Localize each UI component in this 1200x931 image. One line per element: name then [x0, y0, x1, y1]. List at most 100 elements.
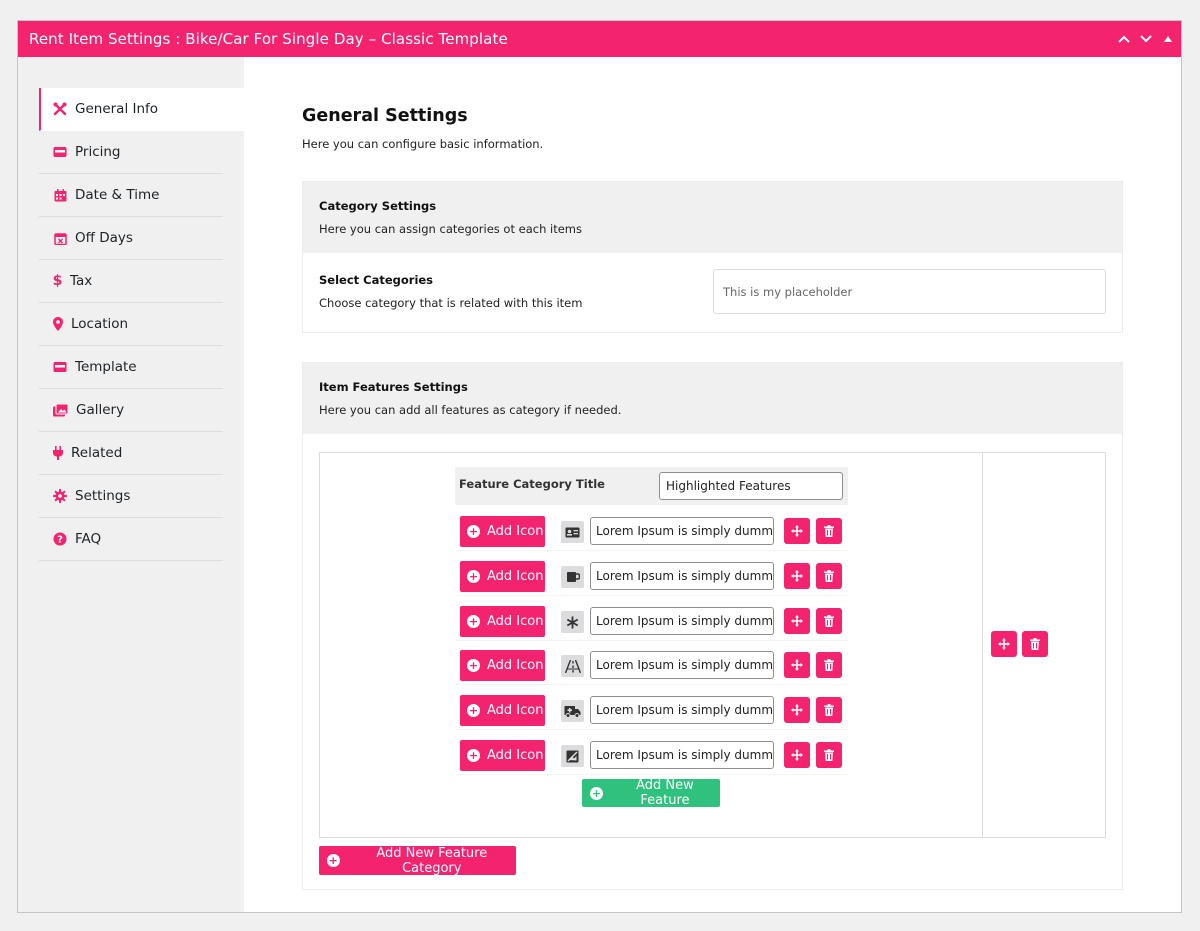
select-categories-row: Select Categories Choose category that i… — [303, 253, 1122, 331]
move-icon[interactable] — [784, 563, 810, 589]
add-new-feature-category-button[interactable]: + Add New Feature Category — [319, 845, 516, 876]
feature-text-input[interactable] — [590, 651, 774, 679]
plus-circle-icon: + — [467, 704, 480, 717]
sidebar-item-date-time[interactable]: Date & Time — [39, 174, 223, 217]
section-title: Item Features Settings — [319, 380, 468, 394]
feature-category-title-label: Feature Category Title — [459, 477, 605, 491]
add-icon-button[interactable]: + Add Icon — [460, 740, 545, 771]
question-icon: ? — [53, 532, 67, 546]
images-icon — [53, 403, 68, 417]
plug-icon — [53, 446, 63, 460]
panel-controls — [1117, 21, 1175, 57]
sidebar-item-gallery[interactable]: Gallery — [39, 389, 223, 432]
feature-text-input[interactable] — [590, 517, 774, 545]
sidebar-item-label: Template — [75, 359, 137, 375]
add-icon-button[interactable]: + Add Icon — [460, 650, 545, 681]
field-title: Select Categories — [319, 273, 434, 287]
mug-icon — [561, 566, 584, 588]
section-description: Here you can add all features as categor… — [319, 403, 622, 417]
sidebar-item-label: General Info — [75, 101, 159, 117]
sidebar-item-label: Related — [71, 445, 123, 461]
add-new-feature-label: Add New Feature — [636, 778, 694, 808]
add-icon-label: Add Icon — [487, 703, 544, 718]
move-icon[interactable] — [784, 608, 810, 634]
feature-row: + Add Icon — [455, 647, 848, 685]
feature-text-input[interactable] — [590, 607, 774, 635]
gear-icon — [53, 489, 67, 503]
add-icon-label: Add Icon — [487, 614, 544, 629]
feature-category-title-input[interactable] — [659, 472, 843, 500]
add-icon-label: Add Icon — [487, 748, 544, 763]
trash-icon[interactable] — [816, 652, 842, 678]
plus-circle-icon: + — [327, 854, 340, 867]
feature-text-input[interactable] — [590, 562, 774, 590]
category-action-buttons — [991, 631, 1048, 657]
sidebar-item-pricing[interactable]: Pricing — [39, 131, 223, 174]
add-icon-button[interactable]: + Add Icon — [460, 606, 545, 637]
category-settings-section: Category Settings Here you can assign ca… — [302, 181, 1123, 333]
add-icon-button[interactable]: + Add Icon — [460, 516, 545, 547]
plus-circle-icon: + — [467, 525, 480, 538]
move-icon[interactable] — [991, 631, 1017, 657]
sidebar-item-tax[interactable]: $ Tax — [39, 260, 223, 303]
feature-text-input[interactable] — [590, 696, 774, 724]
trash-icon[interactable] — [816, 563, 842, 589]
add-icon-button[interactable]: + Add Icon — [460, 695, 545, 726]
add-icon-label: Add Icon — [487, 569, 544, 584]
feature-row: + Add Icon — [455, 603, 848, 641]
road-icon — [561, 655, 584, 677]
feature-row: + Add Icon — [455, 558, 848, 596]
move-icon[interactable] — [784, 742, 810, 768]
trash-icon[interactable] — [816, 518, 842, 544]
sidebar-item-settings[interactable]: Settings — [39, 475, 223, 518]
add-new-feature-category-label: Add New Feature Category — [376, 845, 488, 876]
sidebar-item-label: Settings — [75, 488, 131, 504]
chevron-down-icon[interactable] — [1139, 32, 1153, 46]
move-icon[interactable] — [784, 652, 810, 678]
sidebar-item-label: Gallery — [76, 402, 125, 418]
chevron-up-icon[interactable] — [1117, 32, 1131, 46]
sidebar-item-related[interactable]: Related — [39, 432, 223, 475]
move-icon[interactable] — [784, 518, 810, 544]
trash-icon[interactable] — [1022, 631, 1048, 657]
move-icon[interactable] — [784, 697, 810, 723]
sidebar-item-label: Tax — [70, 273, 93, 289]
feature-row: + Add Icon — [455, 692, 848, 730]
plus-circle-icon: + — [467, 570, 480, 583]
sidebar-item-general-info[interactable]: General Info — [39, 88, 244, 131]
sidebar-item-label: Off Days — [75, 230, 133, 246]
trash-icon[interactable] — [816, 742, 842, 768]
trash-icon[interactable] — [816, 608, 842, 634]
panel-title: Rent Item Settings : Bike/Car For Single… — [29, 30, 508, 48]
sidebar-item-label: Location — [71, 316, 129, 332]
asterisk-icon — [561, 611, 584, 633]
category-select-input[interactable] — [713, 269, 1106, 314]
ambulance-icon — [561, 700, 584, 722]
plus-circle-icon: + — [467, 749, 480, 762]
svg-text:?: ? — [57, 535, 63, 546]
triangle-up-icon[interactable] — [1161, 32, 1175, 46]
sidebar-item-location[interactable]: Location — [39, 303, 223, 346]
sidebar-nav: General Info Pricing Date & Time Off Day… — [39, 88, 244, 561]
calendar-x-icon — [53, 231, 67, 245]
sidebar-item-label: Pricing — [75, 144, 121, 160]
sidebar-item-label: Date & Time — [75, 187, 160, 203]
feature-text-input[interactable] — [590, 741, 774, 769]
feature-category-actions — [982, 453, 1105, 837]
feature-row: + Add Icon — [455, 513, 848, 551]
map-pin-icon — [53, 317, 63, 331]
id-card-icon — [561, 521, 584, 543]
field-description: Choose category that is related with thi… — [319, 296, 583, 310]
add-icon-label: Add Icon — [487, 658, 544, 673]
sidebar-item-off-days[interactable]: Off Days — [39, 217, 223, 260]
add-new-feature-button[interactable]: + Add New Feature — [582, 778, 720, 808]
sidebar-item-faq[interactable]: ? FAQ — [39, 518, 223, 561]
trash-icon[interactable] — [816, 697, 842, 723]
page-title: General Settings — [302, 106, 468, 126]
sidebar: General Info Pricing Date & Time Off Day… — [18, 57, 244, 912]
add-icon-label: Add Icon — [487, 524, 544, 539]
card-icon — [53, 360, 67, 374]
add-icon-button[interactable]: + Add Icon — [460, 561, 545, 592]
page-subtitle: Here you can configure basic information… — [302, 137, 544, 151]
sidebar-item-template[interactable]: Template — [39, 346, 223, 389]
